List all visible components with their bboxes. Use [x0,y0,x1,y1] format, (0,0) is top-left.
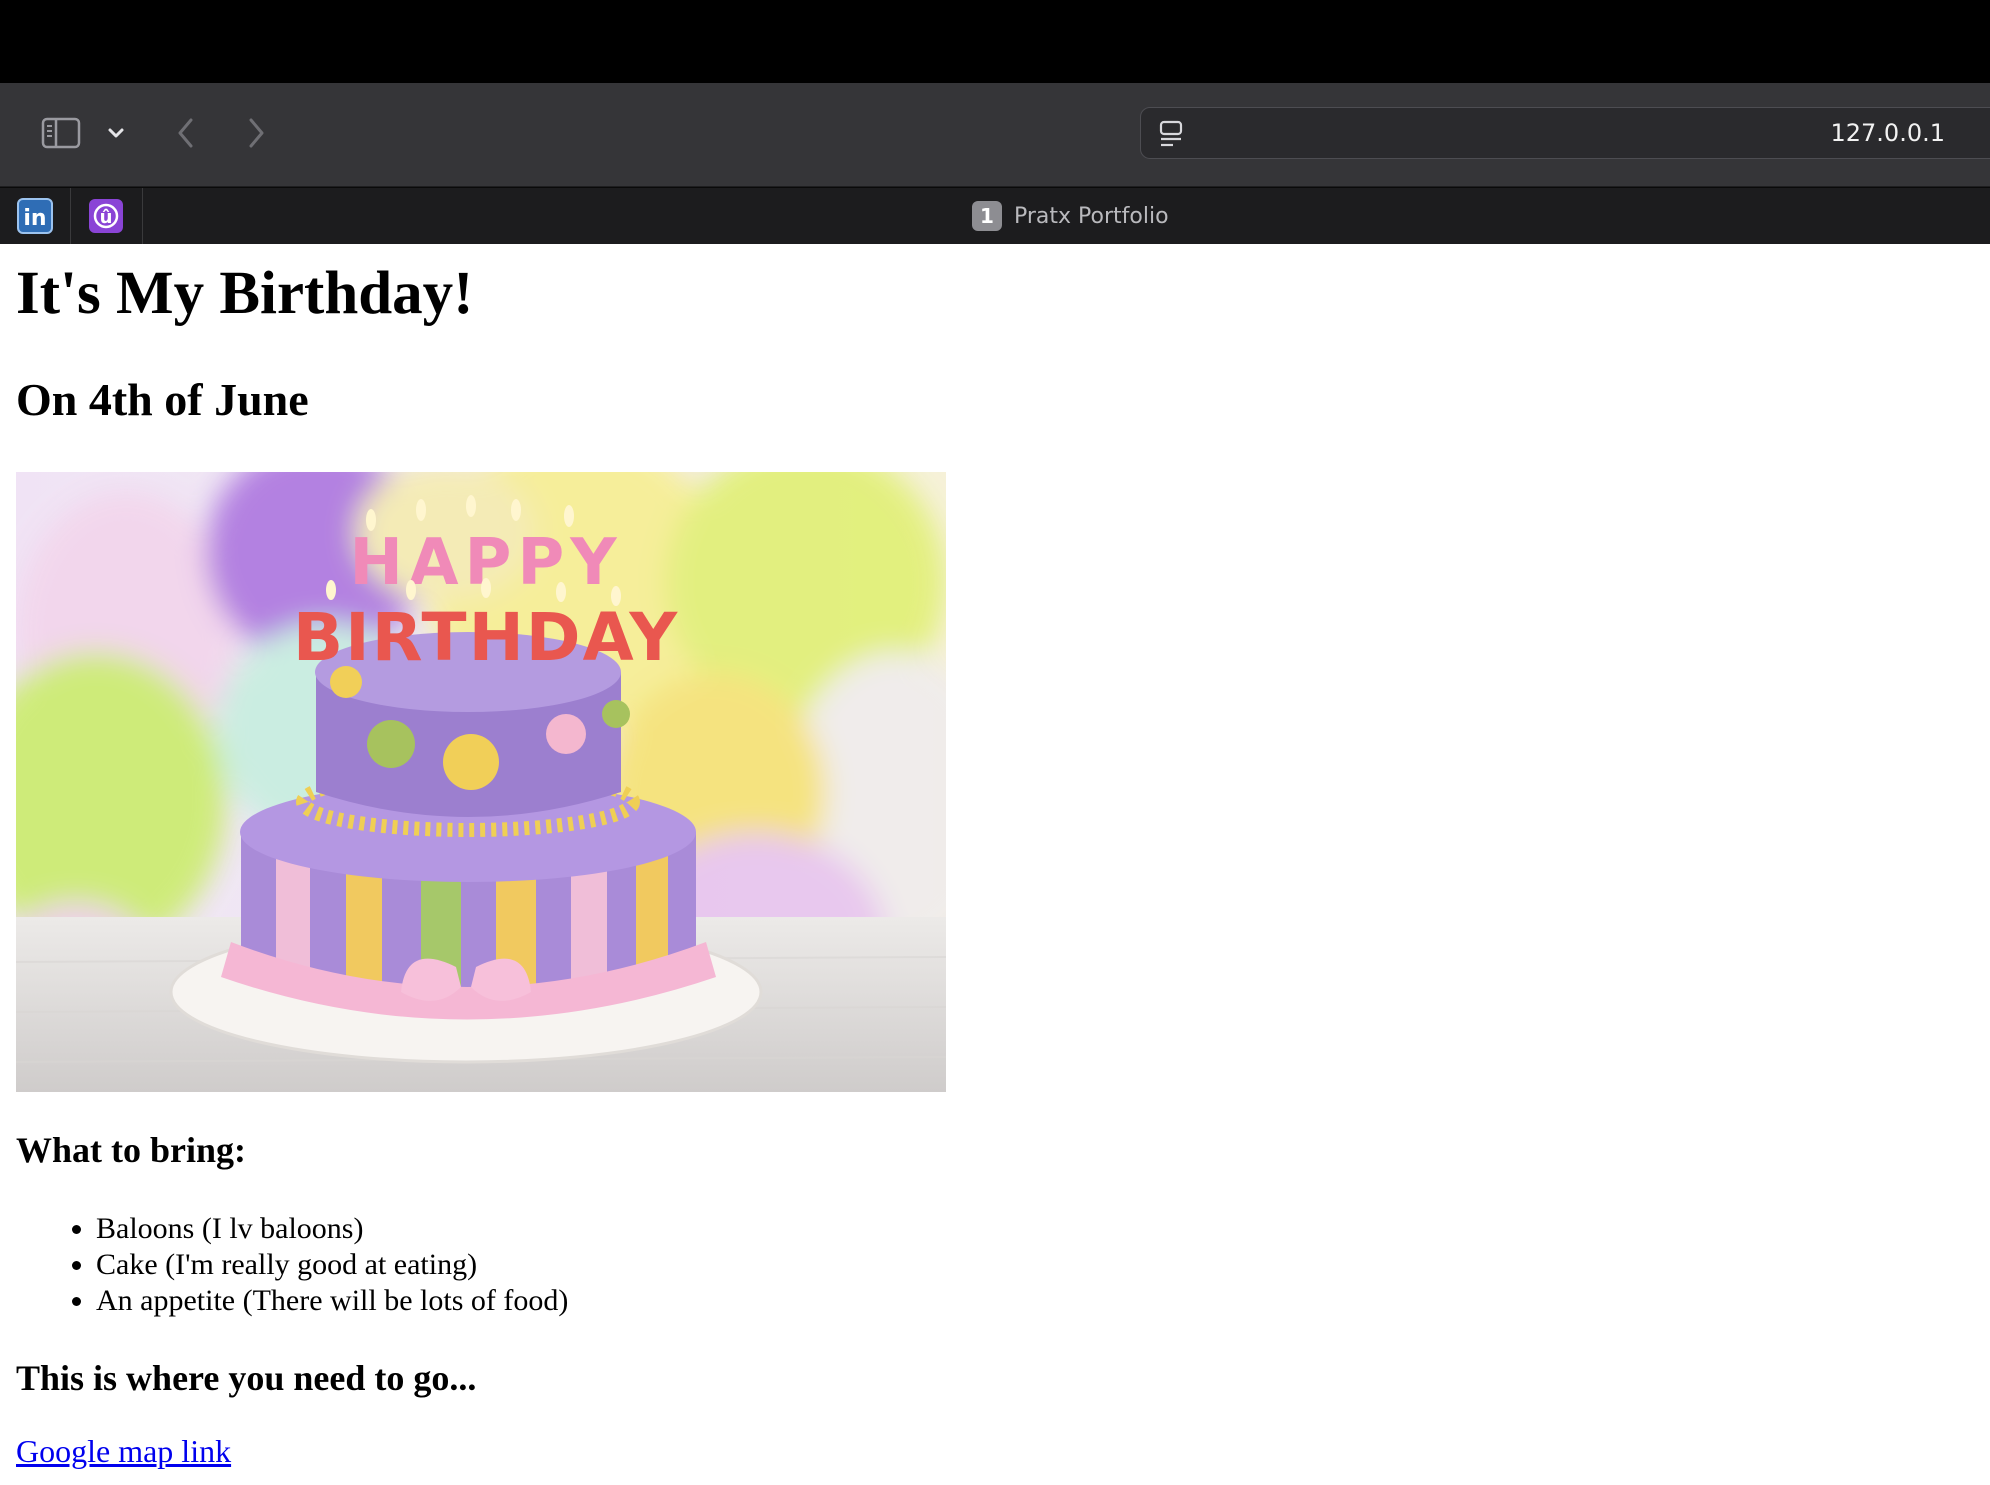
tab-bar: in û 1 Pratx Portfolio [0,187,1990,244]
list-item: An appetite (There will be lots of food) [96,1283,568,1319]
list-item: Baloons (I lv baloons) [96,1211,568,1247]
candles-birthday: BIRTHDAY [293,599,679,676]
svg-text:in: in [23,206,46,231]
top-black-bar [0,0,1990,83]
bring-heading: What to bring: [16,1130,247,1170]
directions-heading: This is where you need to go... [16,1358,477,1398]
url-text: 127.0.0.1 [1830,119,1945,147]
pinned-tab-linkedin[interactable]: in [0,188,71,244]
tab-index-badge: 1 [972,201,1002,231]
linkedin-icon: in [17,198,53,234]
tab-title-text: Pratx Portfolio [1014,203,1169,229]
back-arrow-icon[interactable] [166,113,206,153]
page-date: On 4th of June [16,374,309,425]
reader-mode-icon[interactable] [1153,116,1189,152]
birthday-cake-image: HAPPY BIRTHDAY [16,472,946,1092]
ublock-icon: û [89,199,123,233]
page-title: It's My Birthday! [16,260,474,327]
google-map-link[interactable]: Google map link [16,1433,231,1470]
address-bar[interactable]: 127.0.0.1 [1140,107,1990,159]
list-item: Cake (I'm really good at eating) [96,1247,568,1283]
sidebar-toggle-icon[interactable] [38,113,84,153]
bring-list: Baloons (I lv baloons) Cake (I'm really … [16,1211,568,1319]
forward-arrow-icon[interactable] [236,113,276,153]
chevron-down-icon[interactable] [96,113,136,153]
tab-pratx-portfolio[interactable]: 1 Pratx Portfolio [972,188,1169,244]
pinned-tab-ublock[interactable]: û [70,188,143,244]
svg-text:û: û [100,207,113,228]
browser-toolbar: 127.0.0.1 [0,83,1990,187]
